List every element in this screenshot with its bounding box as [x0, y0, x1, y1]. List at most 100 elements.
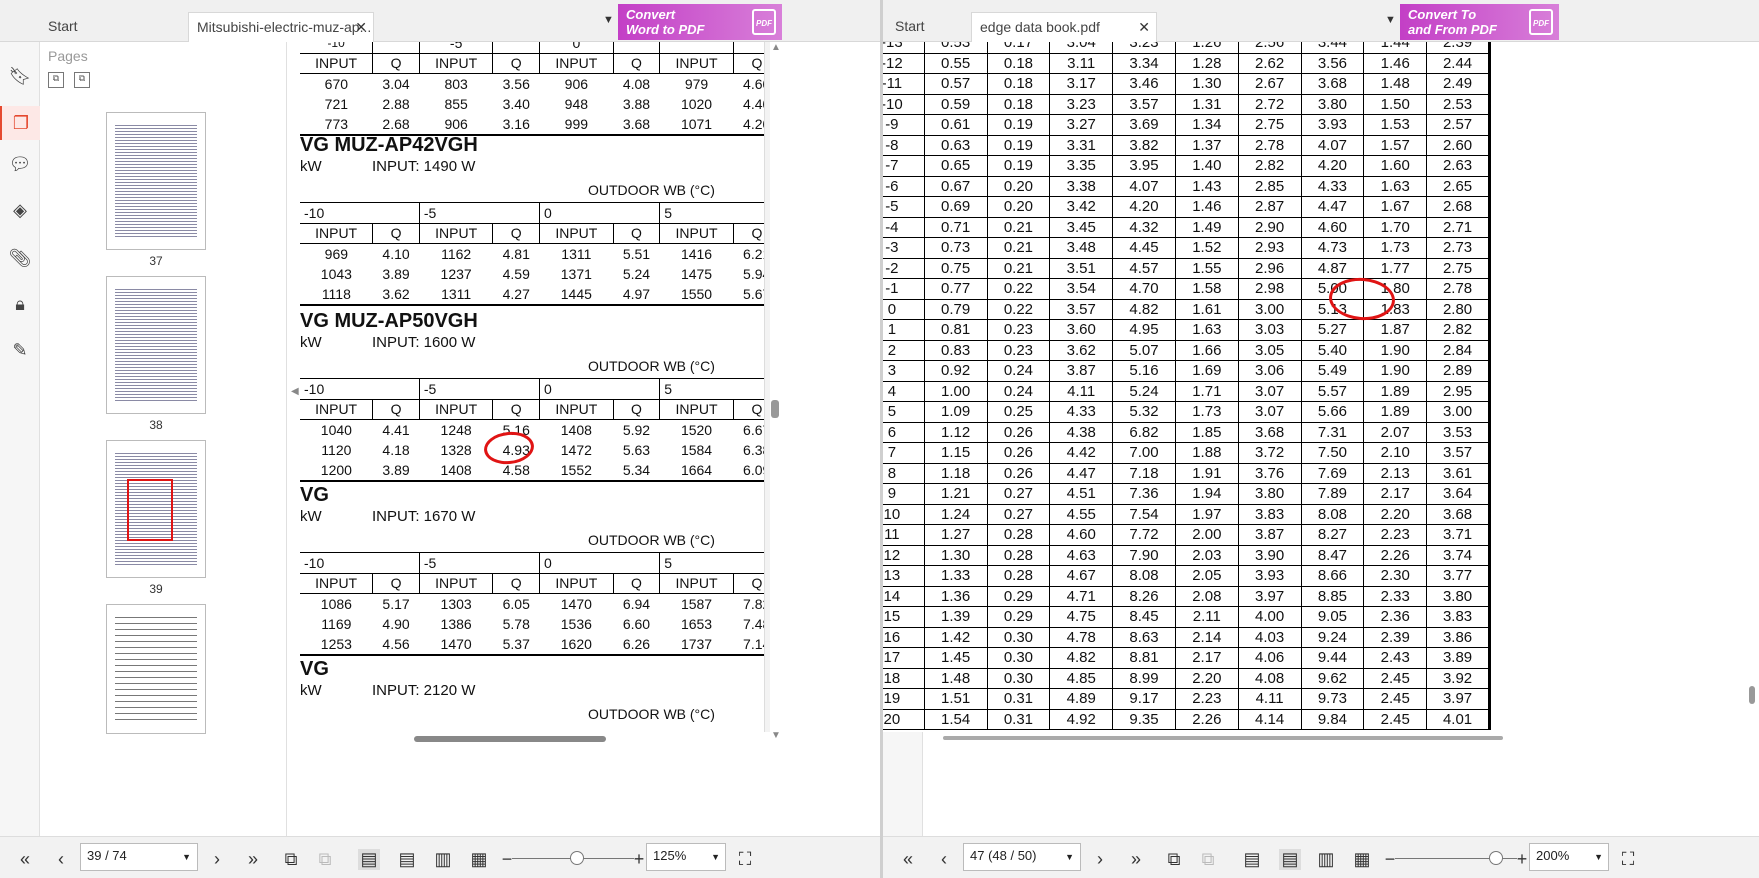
table-cell: 3.80: [1237, 483, 1302, 505]
sign-icon[interactable]: ✎: [8, 338, 32, 362]
table-row: 11 1.27 0.28 4.60 7.72 2.00 3.87 8.27 2.23 3.71: [883, 524, 1490, 546]
convert-promo-banner[interactable]: Convert To and From PDF PDF: [1400, 4, 1559, 40]
first-page-icon[interactable]: «: [897, 849, 919, 870]
viewport-indicator[interactable]: [127, 479, 173, 541]
single-page-view-icon[interactable]: ▤: [1241, 849, 1263, 870]
page-thumbnail[interactable]: [106, 276, 206, 414]
lock-icon[interactable]: 🔒︎: [8, 292, 32, 316]
zoom-out-icon[interactable]: −: [1379, 849, 1401, 870]
table-cell: 0.24: [986, 360, 1051, 382]
table-cell: 1.60: [1363, 155, 1428, 177]
table-cell: 1.67: [1363, 196, 1428, 218]
table-cell: 1.61: [1174, 298, 1239, 320]
insert-page-icon[interactable]: ⧉: [48, 72, 64, 88]
two-page-continuous-icon[interactable]: ▦: [1351, 849, 1373, 870]
column-header: INPUT: [418, 222, 493, 244]
fullscreen-icon[interactable]: ⛶: [734, 849, 756, 870]
table-cell: 3.69: [1112, 114, 1176, 136]
table-cell: 2.36: [1363, 606, 1428, 628]
tab-list-dropdown-icon[interactable]: ▼: [603, 14, 614, 26]
table-cell: 3.17: [1049, 73, 1114, 95]
table-cell: 2.67: [1237, 73, 1302, 95]
table-cell: 1.97: [1174, 503, 1239, 525]
deg-label: -10: [300, 378, 373, 399]
table-cell: 1584: [680, 442, 713, 459]
convert-promo-banner[interactable]: Convert Word to PDF PDF: [618, 4, 782, 40]
bookmark-icon[interactable]: 🔖︎: [8, 64, 32, 88]
data-table: -13 0.53 0.17 3.04 3.23 1.26 2.56 3.44 1.44 2.39-…: [883, 42, 1491, 730]
fullscreen-icon[interactable]: ⛶: [1617, 849, 1639, 870]
close-icon[interactable]: ✕: [1138, 19, 1150, 36]
tab-document[interactable]: edge data book.pdf ✕: [971, 12, 1157, 42]
table-cell: 2.68: [372, 114, 420, 136]
table-cell: 1162: [441, 246, 472, 262]
prev-page-icon[interactable]: ‹: [933, 849, 955, 870]
next-page-icon[interactable]: ›: [206, 849, 228, 870]
page-thumbnail[interactable]: [106, 112, 206, 250]
zoom-out-icon[interactable]: −: [496, 849, 518, 870]
next-page-icon[interactable]: ›: [1089, 849, 1111, 870]
scroll-down-arrow-icon[interactable]: ▼: [771, 730, 781, 741]
column-header: Q: [372, 52, 420, 74]
table-cell: 3.56: [502, 76, 530, 92]
kw-label: kW: [300, 334, 322, 351]
table-cell: 1445: [539, 284, 614, 306]
layers-icon[interactable]: ◈: [8, 198, 32, 222]
close-icon[interactable]: ✕: [355, 19, 367, 36]
zoom-level-input[interactable]: 125% ▼: [646, 843, 726, 871]
copy-page-icon[interactable]: ⧉: [1197, 849, 1219, 870]
continuous-view-icon[interactable]: ▤: [396, 849, 418, 870]
table-cell: 0.23: [986, 339, 1051, 361]
table-row: -11 0.57 0.18 3.17 3.46 1.30 2.67 3.68 1.48 2.49: [883, 73, 1490, 95]
tab-list-dropdown-icon[interactable]: ▼: [1385, 14, 1396, 26]
table-cell: 3.74: [1426, 544, 1490, 566]
two-page-view-icon[interactable]: ▥: [1315, 849, 1337, 870]
table-cell: 0.77: [923, 278, 988, 300]
table-cell: 16: [883, 626, 925, 648]
collapse-left-arrow-icon[interactable]: ◀: [291, 386, 299, 397]
table-cell: 2.23: [1174, 688, 1239, 710]
tab-document[interactable]: Mitsubishi-electric-muz-ap... ✕: [188, 12, 374, 42]
prev-page-icon[interactable]: ‹: [50, 849, 72, 870]
table-cell: 0.29: [986, 606, 1051, 628]
table-cell: 5.49: [1300, 360, 1365, 382]
first-page-icon[interactable]: «: [14, 849, 36, 870]
table-cell: 1118: [300, 284, 373, 306]
pages-icon[interactable]: ❐: [0, 106, 40, 140]
copy-page-icon[interactable]: ⧉: [314, 849, 336, 870]
last-page-icon[interactable]: »: [242, 849, 264, 870]
table-cell: 3.56: [1300, 52, 1365, 74]
vertical-scrollbar[interactable]: [1749, 686, 1755, 704]
continuous-view-icon[interactable]: ▤: [1279, 849, 1301, 870]
horizontal-scrollbar[interactable]: [414, 736, 606, 742]
table-cell: 4.32: [1112, 216, 1176, 238]
vertical-scrollbar[interactable]: [771, 400, 779, 418]
table-cell: 6: [883, 421, 925, 443]
comment-icon[interactable]: 💬︎: [8, 152, 32, 176]
table-cell: 7.18: [1112, 462, 1176, 484]
rotate-page-icon[interactable]: ⧉: [280, 849, 302, 870]
table-row: 16 1.42 0.30 4.78 8.63 2.14 4.03 9.24 2.39 3.86: [883, 626, 1490, 648]
horizontal-scrollbar[interactable]: [943, 736, 1503, 740]
attachment-icon[interactable]: 📎︎: [8, 246, 32, 270]
page-thumbnail[interactable]: [106, 604, 206, 734]
table-cell: 0.59: [923, 93, 988, 115]
table-cell: 0.81: [923, 319, 988, 341]
two-page-continuous-icon[interactable]: ▦: [468, 849, 490, 870]
tab-start[interactable]: Start: [40, 12, 190, 42]
table-cell: 1653: [680, 616, 713, 633]
zoom-slider-knob[interactable]: [570, 851, 584, 865]
page-number-input[interactable]: 47 (48 / 50) ▼: [963, 843, 1081, 871]
two-page-view-icon[interactable]: ▥: [432, 849, 454, 870]
single-page-view-icon[interactable]: ▤: [358, 849, 380, 870]
zoom-slider-knob[interactable]: [1489, 851, 1503, 865]
scroll-up-arrow-icon[interactable]: ▲: [771, 42, 781, 53]
page-number-input[interactable]: 39 / 74 ▼: [80, 843, 198, 871]
last-page-icon[interactable]: »: [1125, 849, 1147, 870]
page-thumbnail-selected[interactable]: [106, 440, 206, 578]
pdf-icon: PDF: [752, 9, 776, 35]
extract-page-icon[interactable]: ⧉: [74, 72, 90, 88]
table-cell: 2.87: [1237, 196, 1302, 218]
zoom-level-input[interactable]: 200% ▼: [1529, 843, 1609, 871]
rotate-page-icon[interactable]: ⧉: [1163, 849, 1185, 870]
